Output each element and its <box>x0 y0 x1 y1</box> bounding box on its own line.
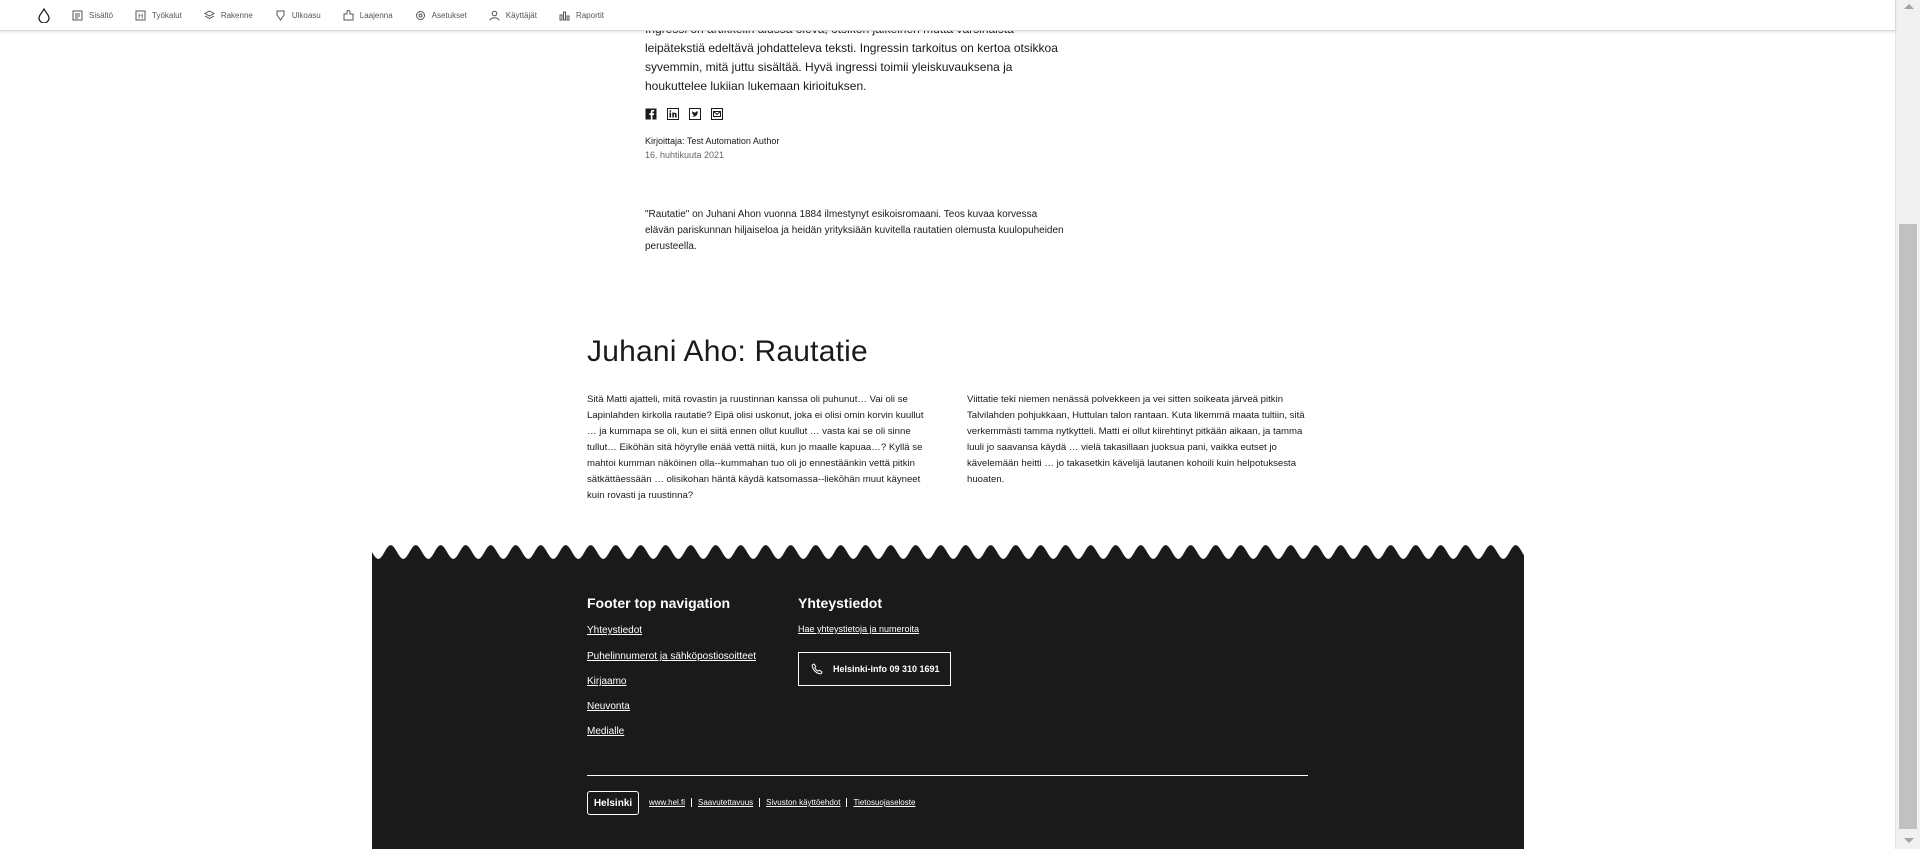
email-icon[interactable] <box>711 107 723 120</box>
svg-text:H: H <box>138 12 143 20</box>
text-column-right: Viittatie teki niemen nenässä polvekkeen… <box>967 394 1305 485</box>
puzzle-icon <box>343 9 354 20</box>
toolbar-item-tools[interactable]: H Työkalut <box>124 0 193 31</box>
footer-bottom-link-privacy[interactable]: Tietosuojaseloste <box>853 798 915 807</box>
article-intro: "Rautatie" on Juhani Ahon vuonna 1884 il… <box>645 209 1064 252</box>
toolbar-item-reports[interactable]: Raportit <box>548 0 615 31</box>
wrench-icon: H <box>135 10 146 20</box>
document-icon <box>72 10 83 20</box>
paint-icon <box>276 10 285 21</box>
toolbar-item-extend[interactable]: Laajenna <box>332 0 404 31</box>
toolbar-item-label: Työkalut <box>152 10 182 20</box>
toolbar-item-label: Raportit <box>575 10 604 20</box>
toolbar-item-appearance[interactable]: Ulkoasu <box>264 0 332 31</box>
footer-contact-link[interactable]: Hae yhteystietoja ja numeroita <box>798 624 919 634</box>
layers-icon <box>203 9 215 19</box>
toolbar-item-label: Ulkoasu <box>291 10 321 20</box>
footer-link-kirjaamo[interactable]: Kirjaamo <box>587 676 626 687</box>
section-heading: Juhani Aho: Rautatie <box>587 335 868 368</box>
phone-button[interactable]: Helsinki-info 09 310 1691 <box>798 652 951 686</box>
footer-nav-title: Footer top navigation <box>587 595 731 611</box>
article-author: Kirjoittaja: Test Automation Author <box>645 136 780 146</box>
admin-toolbar: Sisältö H Työkalut Rakenne Ulkoasu Laaje… <box>0 0 1895 31</box>
drupal-home-icon[interactable] <box>27 0 61 31</box>
link-separator <box>846 798 848 807</box>
footer-contact-title: Yhteystiedot <box>798 595 883 611</box>
footer-bottom-links: www.hel.fi Saavutettavuus Sivuston käytt… <box>649 798 915 807</box>
vertical-scrollbar[interactable] <box>1895 0 1920 849</box>
footer-wave-decoration <box>372 538 1524 559</box>
helsinki-logo[interactable]: Helsinki <box>587 791 639 815</box>
link-separator <box>759 798 761 807</box>
facebook-icon[interactable] <box>645 107 657 120</box>
footer-link-yhteystiedot[interactable]: Yhteystiedot <box>587 625 642 636</box>
toolbar-item-people[interactable]: Käyttäjät <box>478 0 548 31</box>
article-date: 16. huhtikuuta 2021 <box>645 150 725 160</box>
footer-bottom-link-helfi[interactable]: www.hel.fi <box>649 798 685 807</box>
text-column-left: Sitä Matti ajatteli, mitä rovastin ja ru… <box>587 394 924 501</box>
share-buttons <box>645 107 723 120</box>
toolbar-item-label: Sisältö <box>89 10 114 20</box>
phone-button-label: Helsinki-info 09 310 1691 <box>833 664 940 674</box>
link-separator <box>691 798 693 807</box>
user-icon <box>489 10 500 21</box>
toolbar-item-label: Asetukset <box>431 10 467 20</box>
footer-link-medialle[interactable]: Medialle <box>587 726 624 737</box>
helsinki-logo-text: Helsinki <box>593 797 633 809</box>
scroll-down-arrow-icon[interactable] <box>1904 838 1914 843</box>
toolbar-item-label: Laajenna <box>359 10 393 20</box>
twitter-icon[interactable] <box>689 107 701 120</box>
footer-link-phone-numbers[interactable]: Puhelinnumerot ja sähköpostiosoitteet <box>587 651 756 662</box>
lead-clip: Ingressi on artikkelin alussa oleva, ots… <box>645 31 1065 90</box>
toolbar-item-content[interactable]: Sisältö <box>61 0 124 31</box>
toolbar-item-settings[interactable]: Asetukset <box>404 0 478 31</box>
gear-icon <box>415 10 425 20</box>
footer-bottom-link-terms[interactable]: Sivuston käyttöehdot <box>766 798 840 807</box>
footer-link-neuvonta[interactable]: Neuvonta <box>587 701 630 712</box>
footer-divider <box>587 775 1308 776</box>
toolbar-item-label: Rakenne <box>220 10 253 20</box>
phone-icon <box>811 663 823 675</box>
footer-bottom-link-accessibility[interactable]: Saavutettavuus <box>698 798 753 807</box>
scrollbar-thumb[interactable] <box>1899 224 1917 829</box>
chart-icon <box>559 11 570 20</box>
article-lead: Ingressi on artikkelin alussa oleva, ots… <box>645 31 1058 90</box>
scroll-up-arrow-icon[interactable] <box>1904 4 1914 9</box>
footer: Footer top navigation Yhteystiedot Puhel… <box>372 538 1524 849</box>
linkedin-icon[interactable] <box>667 107 679 120</box>
toolbar-item-label: Käyttäjät <box>505 10 537 20</box>
toolbar-item-structure[interactable]: Rakenne <box>193 0 264 31</box>
